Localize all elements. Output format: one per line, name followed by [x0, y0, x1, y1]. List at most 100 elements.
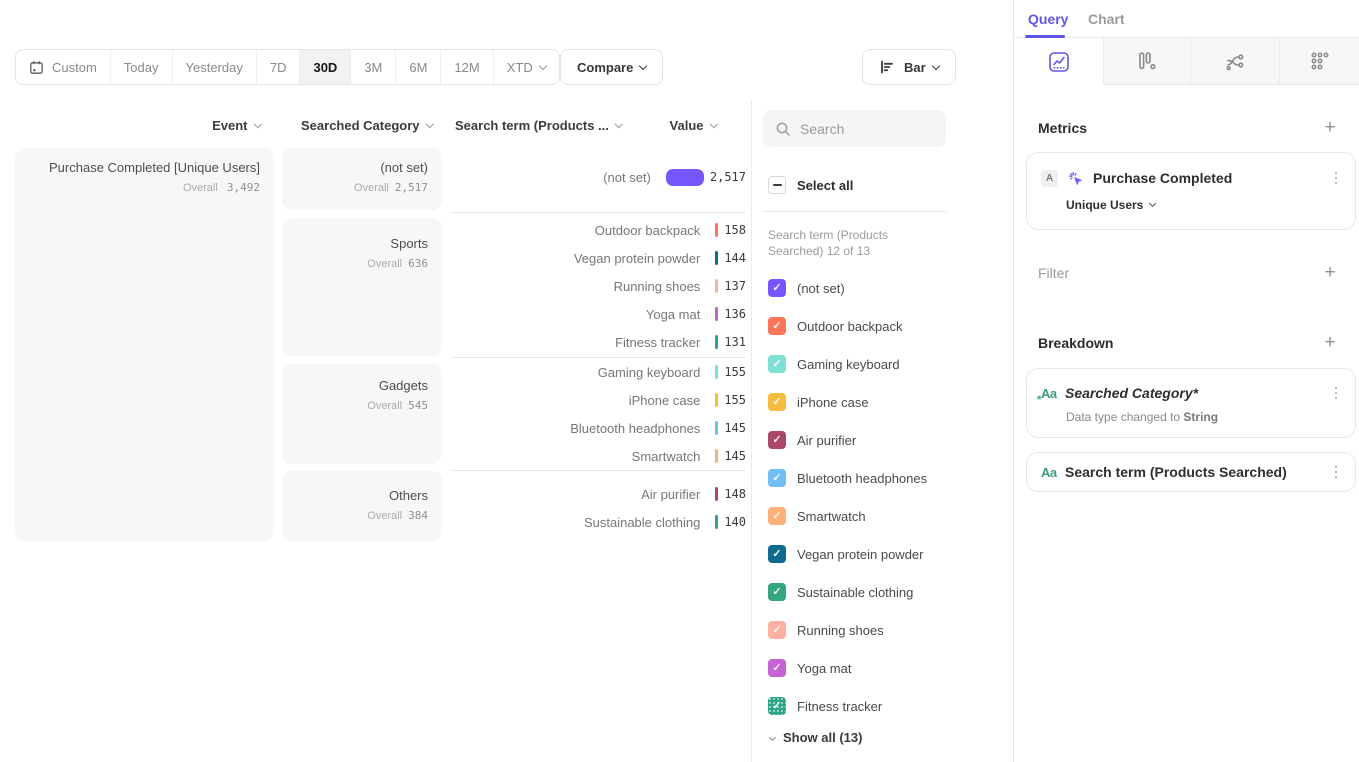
tab-retention[interactable]	[1279, 38, 1359, 85]
legend-item[interactable]: Smartwatch	[768, 497, 927, 535]
column-header-value[interactable]: Value	[630, 112, 716, 138]
flows-icon	[1224, 50, 1246, 72]
table-row[interactable]: Smartwatch 145	[450, 442, 746, 470]
date-range-control: Custom Today Yesterday 7D 30D 3M 6M 12M …	[15, 49, 560, 85]
group-separator	[450, 212, 746, 213]
date-range-today[interactable]: Today	[110, 50, 172, 84]
tab-insights[interactable]	[1014, 38, 1103, 85]
legend-item[interactable]: Outdoor backpack	[768, 307, 927, 345]
kebab-menu-icon[interactable]	[1331, 383, 1342, 404]
date-range-custom[interactable]: Custom	[16, 50, 110, 84]
chart-type-button[interactable]: Bar	[862, 49, 956, 85]
show-all-toggle[interactable]: Show all (13)	[770, 730, 862, 745]
legend-item[interactable]: Vegan protein powder	[768, 535, 927, 573]
date-range-30d-selected[interactable]: 30D	[299, 50, 350, 84]
table-row[interactable]: (not set) 2,517	[450, 163, 746, 191]
search-icon	[775, 121, 791, 137]
chevron-down-icon	[615, 120, 623, 128]
checkbox[interactable]	[768, 393, 786, 411]
value-bar	[715, 335, 718, 349]
chevron-down-icon	[425, 120, 433, 128]
value-bar	[715, 487, 718, 501]
checkbox[interactable]	[768, 355, 786, 373]
table-row[interactable]: Sustainable clothing 140	[450, 508, 746, 536]
tab-flows[interactable]	[1190, 38, 1279, 85]
checkbox[interactable]	[768, 431, 786, 449]
legend-item[interactable]: Fitness tracker	[768, 687, 927, 725]
category-card-gadgets[interactable]: Gadgets Overall545	[282, 364, 442, 464]
legend-item[interactable]: Sustainable clothing	[768, 573, 927, 611]
table-row[interactable]: Outdoor backpack 158	[450, 216, 746, 244]
insights-icon	[1048, 51, 1070, 73]
analytics-report-page: Custom Today Yesterday 7D 30D 3M 6M 12M …	[0, 0, 1359, 762]
checkbox[interactable]	[768, 279, 786, 297]
checkbox[interactable]	[768, 697, 786, 715]
select-all-row[interactable]: Select all	[768, 175, 853, 195]
category-card-not-set[interactable]: (not set) Overall2,517	[282, 148, 442, 210]
date-range-3m[interactable]: 3M	[350, 50, 395, 84]
value-bar	[715, 515, 718, 529]
column-header-searched-category[interactable]: Searched Category	[282, 112, 432, 138]
column-header-event[interactable]: Event	[15, 112, 260, 138]
add-filter-button[interactable]: +	[1319, 262, 1341, 284]
table-row[interactable]: Vegan protein powder 144	[450, 244, 746, 272]
category-card-sports[interactable]: Sports Overall636	[282, 218, 442, 356]
date-range-6m[interactable]: 6M	[395, 50, 440, 84]
table-row[interactable]: Yoga mat 136	[450, 300, 746, 328]
value-bar	[715, 223, 718, 237]
checkbox[interactable]	[768, 621, 786, 639]
checkbox[interactable]	[768, 317, 786, 335]
measure-dropdown[interactable]: Unique Users	[1066, 198, 1155, 212]
legend-list: (not set) Outdoor backpack Gaming keyboa…	[768, 269, 927, 725]
table-row[interactable]: Bluetooth headphones 145	[450, 414, 746, 442]
tab-query[interactable]: Query	[1028, 0, 1068, 38]
breakdown-card-search-term[interactable]: Aa Search term (Products Searched)	[1026, 452, 1356, 492]
table-row[interactable]: iPhone case 155	[450, 386, 746, 414]
add-metric-button[interactable]: +	[1319, 117, 1341, 139]
legend-item[interactable]: Air purifier	[768, 421, 927, 459]
column-header-search-term[interactable]: Search term (Products ...	[455, 112, 640, 138]
chevron-down-icon	[639, 61, 647, 69]
compare-button[interactable]: Compare	[560, 49, 663, 85]
value-bar	[715, 421, 718, 435]
date-range-xtd[interactable]: XTD	[493, 50, 559, 84]
breakdown-property-name: Searched Category*	[1065, 385, 1331, 401]
checkbox[interactable]	[768, 469, 786, 487]
tab-funnels[interactable]	[1103, 38, 1190, 85]
property-type-icon: Aa	[1041, 386, 1061, 401]
legend-item[interactable]: iPhone case	[768, 383, 927, 421]
select-all-checkbox[interactable]	[768, 176, 786, 194]
kebab-menu-icon[interactable]	[1331, 168, 1342, 189]
property-type-icon: Aa	[1041, 465, 1061, 480]
date-range-12m[interactable]: 12M	[440, 50, 492, 84]
search-input[interactable]	[800, 121, 930, 137]
event-overall: Overall 3,492	[29, 181, 260, 194]
checkbox[interactable]	[768, 583, 786, 601]
metric-card[interactable]: A Purchase Completed Unique Users	[1026, 152, 1356, 230]
legend-item[interactable]: Bluetooth headphones	[768, 459, 927, 497]
checkbox[interactable]	[768, 507, 786, 525]
date-range-7d[interactable]: 7D	[256, 50, 300, 84]
table-row[interactable]: Air purifier 148	[450, 480, 746, 508]
breakdown-card-searched-category[interactable]: Aa Searched Category* Data type changed …	[1026, 368, 1356, 438]
chevron-down-icon	[769, 734, 776, 741]
category-card-others[interactable]: Others Overall384	[282, 471, 442, 541]
tab-chart[interactable]: Chart	[1088, 0, 1125, 38]
event-card[interactable]: Purchase Completed [Unique Users] Overal…	[15, 148, 274, 541]
kebab-menu-icon[interactable]	[1331, 462, 1342, 483]
legend-item[interactable]: Running shoes	[768, 611, 927, 649]
legend-item[interactable]: Yoga mat	[768, 649, 927, 687]
add-breakdown-button[interactable]: +	[1319, 332, 1341, 354]
table-row[interactable]: Running shoes 137	[450, 272, 746, 300]
checkbox[interactable]	[768, 659, 786, 677]
chevron-down-icon	[931, 61, 939, 69]
legend-item[interactable]: (not set)	[768, 269, 927, 307]
legend-item[interactable]: Gaming keyboard	[768, 345, 927, 383]
table-row[interactable]: Fitness tracker 131	[450, 328, 746, 356]
chevron-down-icon	[253, 120, 261, 128]
calendar-icon	[29, 60, 44, 75]
table-row[interactable]: Gaming keyboard 155	[450, 358, 746, 386]
checkbox[interactable]	[768, 545, 786, 563]
date-range-yesterday[interactable]: Yesterday	[172, 50, 256, 84]
retention-icon	[1309, 50, 1331, 72]
